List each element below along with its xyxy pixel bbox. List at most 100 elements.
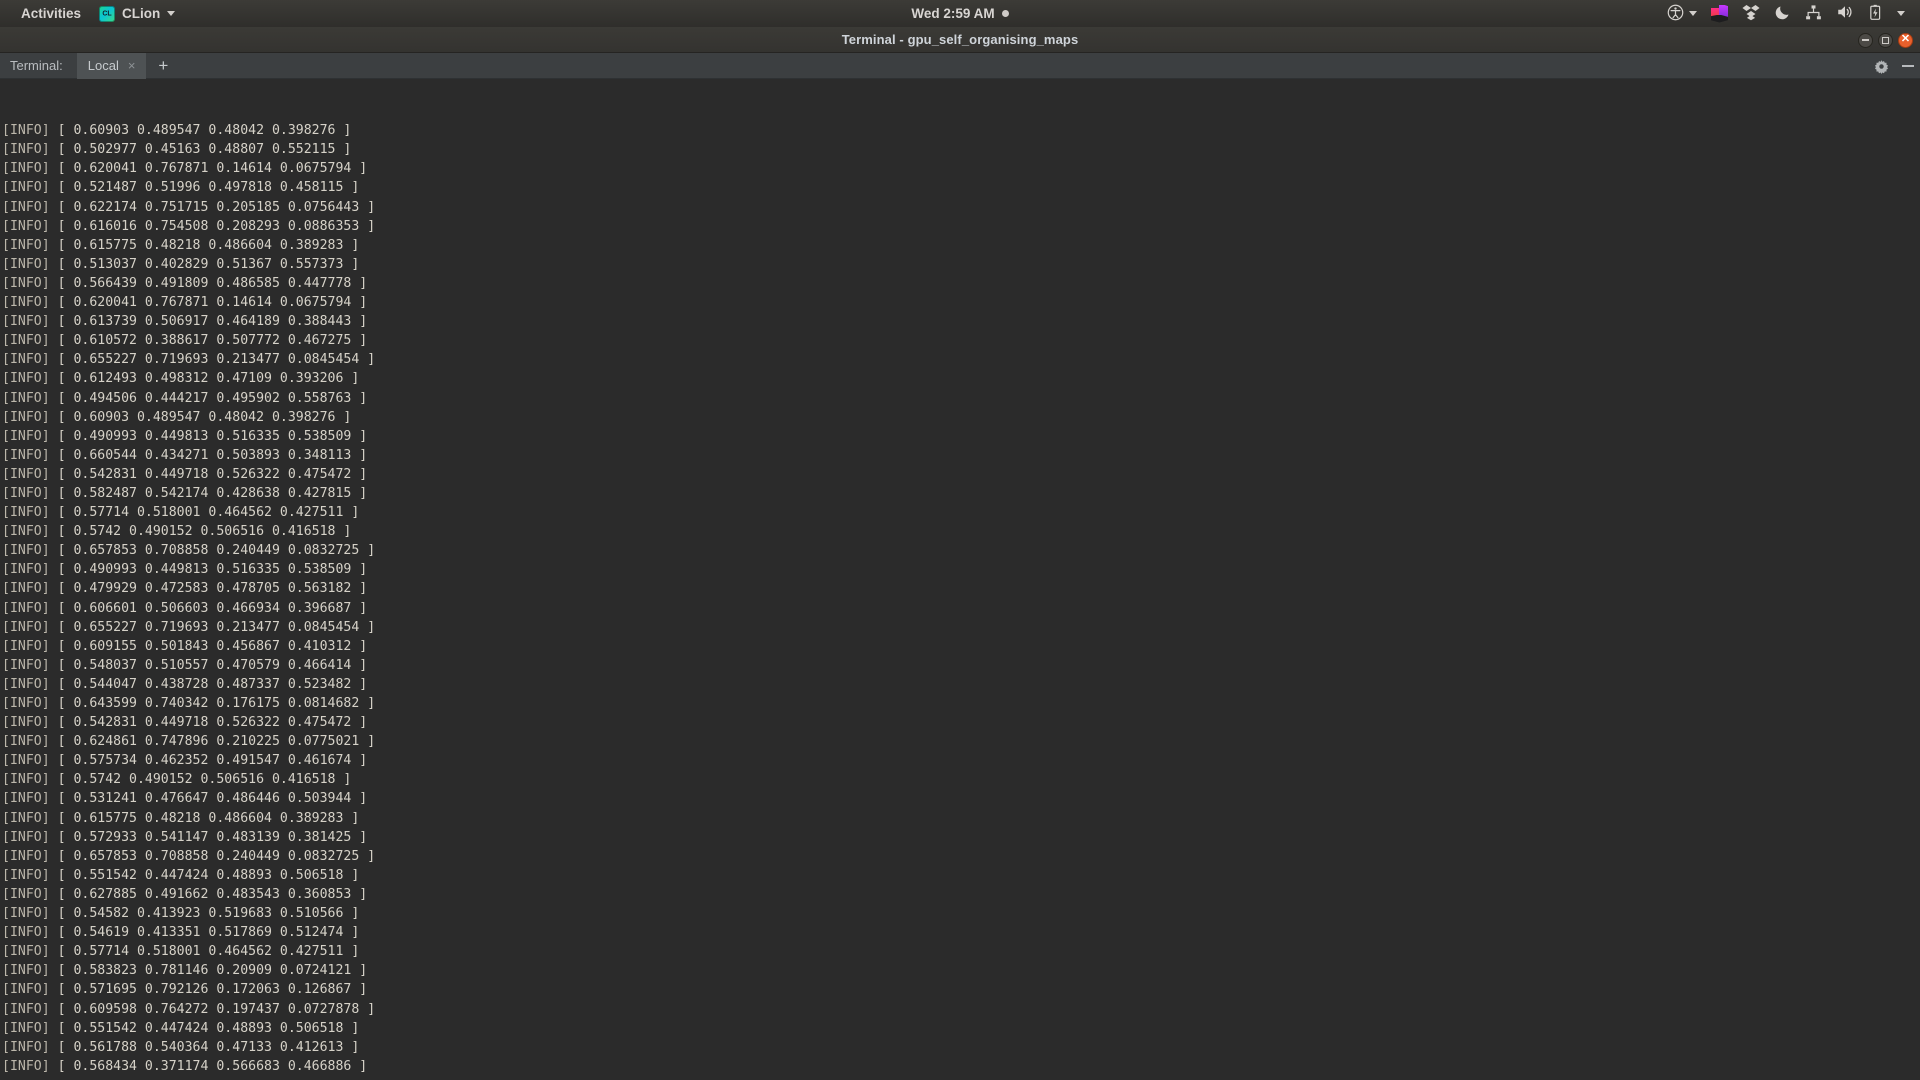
log-level-tag: [INFO] <box>2 753 58 769</box>
terminal-output[interactable]: [INFO] [ 0.60903 0.489547 0.48042 0.3982… <box>0 79 1920 1080</box>
new-tab-button[interactable]: + <box>146 57 180 74</box>
window-controls: ✕ <box>1858 27 1913 53</box>
log-vector-values: [ 0.57714 0.518001 0.464562 0.427511 ] <box>57 505 360 521</box>
dropbox-icon <box>1742 3 1760 24</box>
volume-tray-button[interactable] <box>1829 0 1861 27</box>
terminal-log-line: [INFO] [ 0.582487 0.542174 0.428638 0.42… <box>2 484 1920 503</box>
log-vector-values: [ 0.575734 0.462352 0.491547 0.461674 ] <box>57 753 368 769</box>
log-level-tag: [INFO] <box>2 409 58 425</box>
log-level-tag: [INFO] <box>2 600 58 616</box>
log-vector-values: [ 0.616016 0.754508 0.208293 0.0886353 ] <box>57 218 376 234</box>
log-level-tag: [INFO] <box>2 428 58 444</box>
terminal-log-line: [INFO] [ 0.610572 0.388617 0.507772 0.46… <box>2 331 1920 350</box>
log-vector-values: [ 0.531241 0.476647 0.486446 0.503944 ] <box>57 791 368 807</box>
activities-button[interactable]: Activities <box>12 0 90 27</box>
terminal-log-line: [INFO] [ 0.479929 0.472583 0.478705 0.56… <box>2 579 1920 598</box>
log-level-tag: [INFO] <box>2 963 58 979</box>
log-vector-values: [ 0.5742 0.490152 0.506516 0.416518 ] <box>57 524 352 540</box>
terminal-log-line: [INFO] [ 0.551542 0.447424 0.48893 0.506… <box>2 1019 1920 1038</box>
terminal-log-line: [INFO] [ 0.490993 0.449813 0.516335 0.53… <box>2 560 1920 579</box>
log-vector-values: [ 0.620041 0.767871 0.14614 0.0675794 ] <box>57 295 368 311</box>
log-level-tag: [INFO] <box>2 390 58 406</box>
system-menu-button[interactable] <box>1890 0 1912 27</box>
terminal-log-line: [INFO] [ 0.615775 0.48218 0.486604 0.389… <box>2 809 1920 828</box>
log-vector-values: [ 0.479929 0.472583 0.478705 0.563182 ] <box>57 581 368 597</box>
log-level-tag: [INFO] <box>2 696 58 711</box>
log-vector-values: [ 0.643599 0.740342 0.176175 0.0814682 ] <box>57 696 376 711</box>
battery-icon <box>1868 4 1883 24</box>
clock-button[interactable]: Wed 2:59 AM <box>902 0 1017 27</box>
terminal-log-line: [INFO] [ 0.615775 0.48218 0.486604 0.389… <box>2 236 1920 255</box>
log-vector-values: [ 0.615775 0.48218 0.486604 0.389283 ] <box>57 810 360 826</box>
log-level-tag: [INFO] <box>2 867 58 883</box>
clock-label: Wed 2:59 AM <box>911 6 995 21</box>
network-tray-button[interactable] <box>1798 0 1829 27</box>
terminal-log-line: [INFO] [ 0.521487 0.51996 0.497818 0.458… <box>2 178 1920 197</box>
log-level-tag: [INFO] <box>2 810 58 826</box>
log-level-tag: [INFO] <box>2 161 58 177</box>
log-vector-values: [ 0.502977 0.45163 0.48807 0.552115 ] <box>57 142 352 158</box>
log-level-tag: [INFO] <box>2 829 58 845</box>
terminal-panel-label: Terminal: <box>10 58 63 73</box>
log-level-tag: [INFO] <box>2 352 58 368</box>
log-vector-values: [ 0.612493 0.498312 0.47109 0.393206 ] <box>57 371 360 387</box>
maximize-button[interactable] <box>1878 32 1893 48</box>
log-level-tag: [INFO] <box>2 906 58 922</box>
log-level-tag: [INFO] <box>2 1020 58 1036</box>
log-vector-values: [ 0.613739 0.506917 0.464189 0.388443 ] <box>57 314 368 330</box>
terminal-log-line: [INFO] [ 0.620041 0.767871 0.14614 0.067… <box>2 159 1920 178</box>
accessibility-menu[interactable] <box>1660 0 1704 27</box>
terminal-toolbar: Terminal: Local × + <box>0 52 1920 79</box>
log-level-tag: [INFO] <box>2 982 58 998</box>
close-button[interactable]: ✕ <box>1898 32 1913 48</box>
terminal-log-line: [INFO] [ 0.655227 0.719693 0.213477 0.08… <box>2 350 1920 369</box>
terminal-log-line: [INFO] [ 0.490993 0.449813 0.516335 0.53… <box>2 427 1920 446</box>
log-vector-values: [ 0.627885 0.491662 0.483543 0.360853 ] <box>57 886 368 902</box>
battery-tray-button[interactable] <box>1861 0 1890 27</box>
terminal-log-line: [INFO] [ 0.572933 0.541147 0.483139 0.38… <box>2 828 1920 847</box>
log-vector-values: [ 0.54582 0.413923 0.519683 0.510566 ] <box>57 906 360 922</box>
hide-panel-icon[interactable] <box>1902 65 1914 67</box>
log-vector-values: [ 0.548037 0.510557 0.470579 0.466414 ] <box>57 657 368 673</box>
log-level-tag: [INFO] <box>2 256 58 272</box>
log-level-tag: [INFO] <box>2 295 58 311</box>
terminal-log-line: [INFO] [ 0.54582 0.413923 0.519683 0.510… <box>2 904 1920 923</box>
terminal-log-line: [INFO] [ 0.60903 0.489547 0.48042 0.3982… <box>2 408 1920 427</box>
log-level-tag: [INFO] <box>2 848 58 864</box>
log-level-tag: [INFO] <box>2 505 58 521</box>
terminal-log-line: [INFO] [ 0.575734 0.462352 0.491547 0.46… <box>2 751 1920 770</box>
log-vector-values: [ 0.572933 0.541147 0.483139 0.381425 ] <box>57 829 368 845</box>
terminal-log-line: [INFO] [ 0.57714 0.518001 0.464562 0.427… <box>2 503 1920 522</box>
app-menu-clion[interactable]: CLion <box>90 0 184 27</box>
night-light-tray-button[interactable] <box>1767 0 1798 27</box>
close-icon[interactable]: × <box>128 58 136 73</box>
window-title-bar: Terminal - gpu_self_organising_maps ✕ <box>0 27 1920 53</box>
terminal-log-line: [INFO] [ 0.60903 0.489547 0.48042 0.3982… <box>2 121 1920 140</box>
night-light-moon-icon <box>1774 4 1791 24</box>
accessibility-icon <box>1667 4 1684 24</box>
jetbrains-toolbox-tray-button[interactable] <box>1704 0 1735 27</box>
terminal-tab-local[interactable]: Local × <box>76 52 147 79</box>
log-vector-values: [ 0.494506 0.444217 0.495902 0.558763 ] <box>57 390 368 406</box>
window-title: Terminal - gpu_self_organising_maps <box>841 32 1079 47</box>
gear-icon[interactable] <box>1874 59 1888 74</box>
log-vector-values: [ 0.606601 0.506603 0.466934 0.396687 ] <box>57 600 368 616</box>
minimize-button[interactable] <box>1858 32 1873 48</box>
terminal-log-line: [INFO] [ 0.551542 0.447424 0.48893 0.506… <box>2 866 1920 885</box>
log-vector-values: [ 0.490993 0.449813 0.516335 0.538509 ] <box>57 562 368 578</box>
terminal-log-line: [INFO] [ 0.627885 0.491662 0.483543 0.36… <box>2 885 1920 904</box>
log-level-tag: [INFO] <box>2 543 58 559</box>
log-level-tag: [INFO] <box>2 275 58 291</box>
log-level-tag: [INFO] <box>2 371 58 387</box>
terminal-tab-label: Local <box>87 58 119 73</box>
terminal-log-lines: [INFO] [ 0.60903 0.489547 0.48042 0.3982… <box>2 121 1920 1076</box>
terminal-log-line: [INFO] [ 0.544047 0.438728 0.487337 0.52… <box>2 675 1920 694</box>
log-level-tag: [INFO] <box>2 676 58 692</box>
log-level-tag: [INFO] <box>2 619 58 635</box>
log-level-tag: [INFO] <box>2 925 58 941</box>
log-vector-values: [ 0.551542 0.447424 0.48893 0.506518 ] <box>57 1020 360 1036</box>
terminal-log-line: [INFO] [ 0.502977 0.45163 0.48807 0.5521… <box>2 140 1920 159</box>
dropbox-tray-button[interactable] <box>1735 0 1767 27</box>
terminal-log-line: [INFO] [ 0.609598 0.764272 0.197437 0.07… <box>2 1000 1920 1019</box>
log-level-tag: [INFO] <box>2 791 58 807</box>
